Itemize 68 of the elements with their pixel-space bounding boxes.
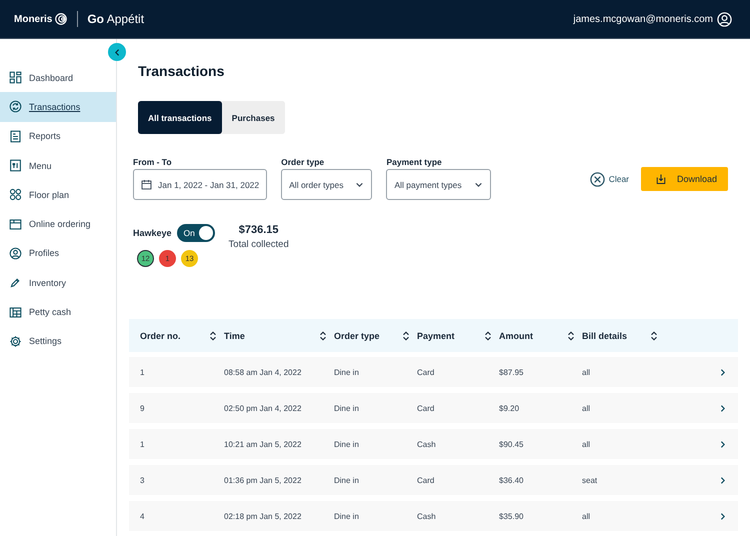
tab[interactable]: All transactions <box>138 101 222 134</box>
download-button[interactable]: Download <box>641 167 728 191</box>
column-header[interactable]: Bill details <box>582 330 628 340</box>
table-row[interactable]: 1 08:58 am Jan 4, 2022 Dine in Card $87.95 all <box>129 357 738 387</box>
sidebar-item[interactable]: Reports <box>0 122 116 151</box>
table-cell-text: Card <box>417 404 436 412</box>
table-cell-text: $87.95 <box>499 368 524 376</box>
dropdown-field[interactable]: All payment types <box>386 169 491 200</box>
table-row[interactable]: 9 02:50 pm Jan 4, 2022 Dine in Card $9.20 all <box>129 393 738 423</box>
table-cell-text: $90.45 <box>499 440 524 448</box>
sidebar-item[interactable]: Inventory <box>0 268 116 298</box>
filter-label: Payment type <box>386 157 443 167</box>
table-cell-text: 08:58 am Jan 4, 2022 <box>224 368 302 376</box>
table-row[interactable]: 4 02:18 pm Jan 5, 2022 Dine in Cash $35.90 all <box>129 501 738 531</box>
table-cell-text: $9.20 <box>499 404 520 412</box>
brand-name: Moneris <box>14 14 52 24</box>
table-cell-text: 3 <box>140 476 146 484</box>
sidebar-item[interactable]: Floor plan <box>0 180 116 210</box>
table-cell-text: all <box>582 368 592 376</box>
product-name: Go Appétit <box>87 12 144 26</box>
table-cell-text: all <box>582 404 592 412</box>
table-cell-text: Dine in <box>334 440 360 448</box>
column-header[interactable]: Amount <box>499 330 533 340</box>
page-title: Transactions <box>138 63 226 79</box>
table-cell-text: Dine in <box>334 476 360 484</box>
sidebar-item[interactable]: Transactions <box>0 92 116 122</box>
sidebar-item[interactable]: Dashboard <box>0 63 116 92</box>
table-cell-text: 02:50 pm Jan 4, 2022 <box>224 404 302 412</box>
column-header[interactable]: Time <box>224 330 245 340</box>
table-cell-text: 1 <box>140 440 146 448</box>
table-cell-text: 01:36 pm Jan 5, 2022 <box>224 476 302 484</box>
table-cell-text: Card <box>417 476 436 484</box>
hawkeye-label: Hawkeye <box>133 228 172 238</box>
hawkeye-toggle[interactable]: On <box>176 224 215 242</box>
column-header[interactable]: Order no. <box>140 330 181 340</box>
total-amount: $736.15 <box>238 224 279 236</box>
table-cell-text: 9 <box>140 404 146 412</box>
filter-label: Order type <box>281 157 326 167</box>
table-cell-text: 10:21 am Jan 5, 2022 <box>224 440 302 448</box>
user-email: james.mcgowan@moneris.com <box>573 14 713 24</box>
sidebar-item[interactable]: Petty cash <box>0 297 116 327</box>
sidebar-item[interactable]: Online ordering <box>0 209 116 239</box>
table-cell-text: 02:18 pm Jan 5, 2022 <box>224 512 302 520</box>
sidebar-item[interactable]: Profiles <box>0 238 116 268</box>
total-caption: Total collected <box>228 239 289 250</box>
table-cell-text: Card <box>417 368 436 376</box>
table-cell-text: Cash <box>417 440 437 448</box>
sidebar-item[interactable]: Menu <box>0 150 116 180</box>
table-cell-text: all <box>582 440 592 448</box>
clear-button[interactable]: Clear <box>590 172 629 186</box>
table-cell-text: Cash <box>417 512 437 520</box>
table-cell-text: $35.90 <box>499 512 524 520</box>
table-cell-text: seat <box>582 476 598 484</box>
table-cell-text: Dine in <box>334 512 360 520</box>
table-row[interactable]: 1 10:21 am Jan 5, 2022 Dine in Cash $90.45 all <box>129 429 738 459</box>
table-cell-text: Dine in <box>334 368 360 376</box>
table-cell-text: $36.40 <box>499 476 524 484</box>
table-cell-text: Dine in <box>334 404 360 412</box>
table-cell-text: 4 <box>140 512 146 520</box>
column-header[interactable]: Order type <box>334 330 380 340</box>
table-cell-text: 1 <box>140 368 146 376</box>
dropdown-field[interactable]: All order types <box>281 169 372 200</box>
column-header[interactable]: Payment <box>417 330 455 340</box>
table-cell-text: all <box>582 512 592 520</box>
table-row[interactable]: 3 01:36 pm Jan 5, 2022 Dine in Card $36.40 seat <box>129 465 738 495</box>
date-range-label: From - To <box>133 157 173 167</box>
sidebar-item[interactable]: Settings <box>0 326 116 356</box>
date-range-field[interactable]: Jan 1, 2022 - Jan 31, 2022 <box>133 169 268 200</box>
